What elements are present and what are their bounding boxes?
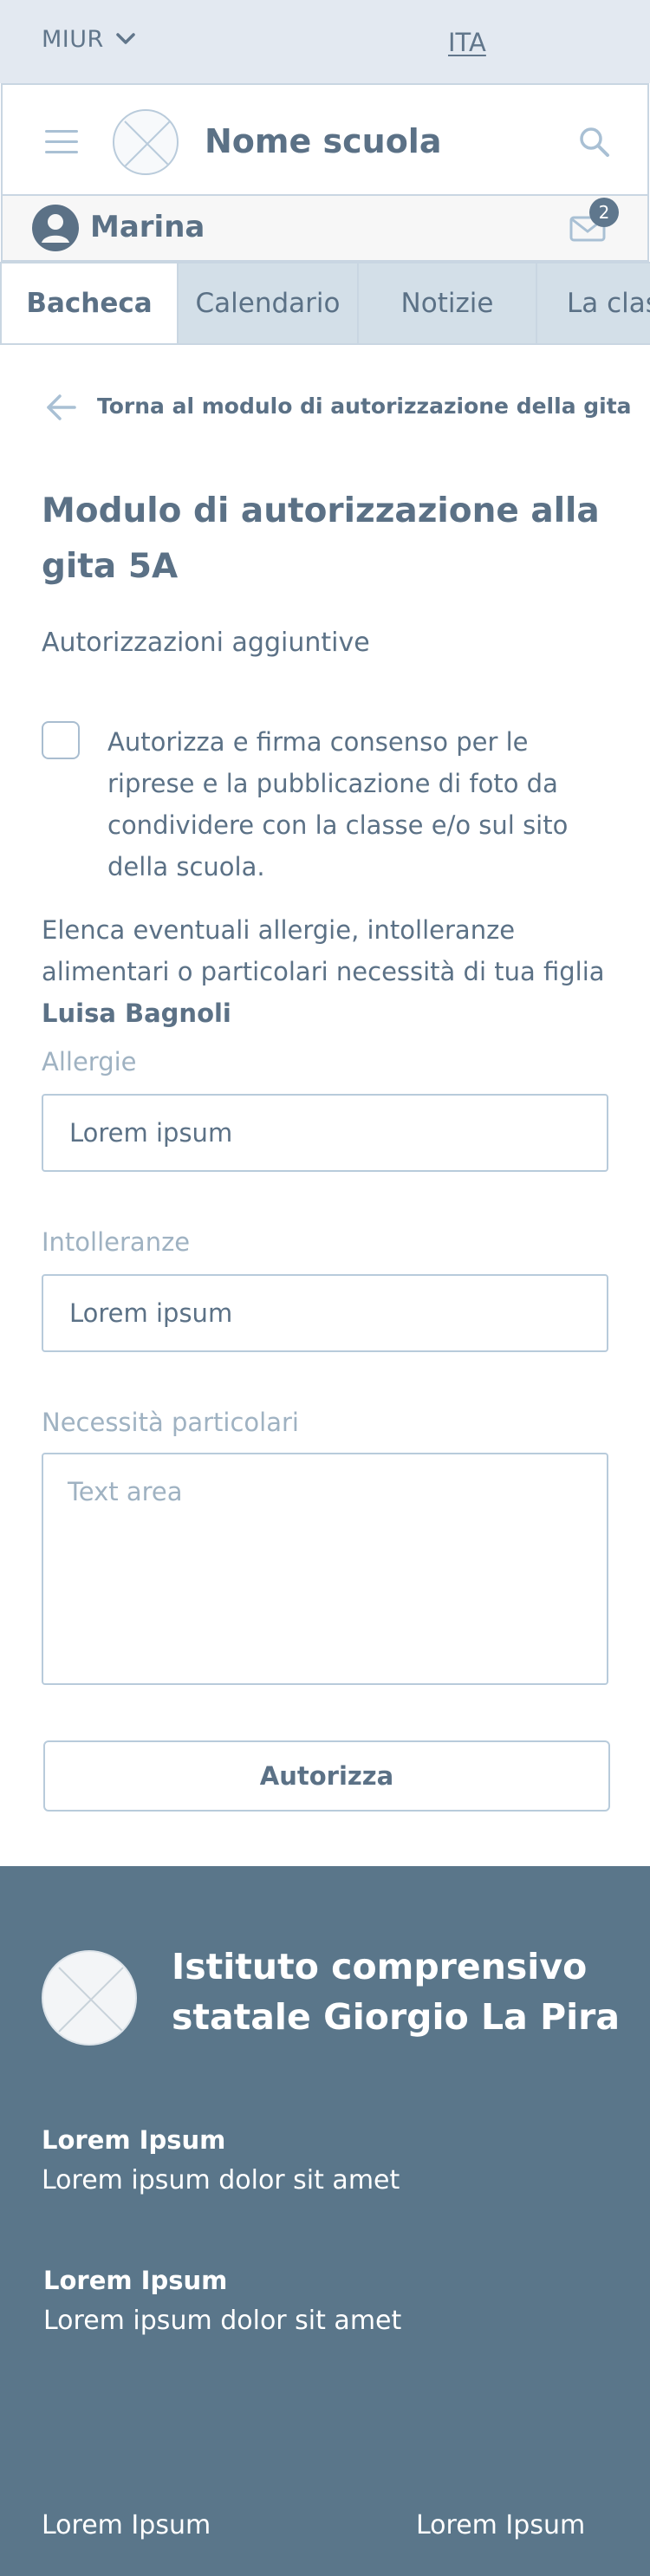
footer-block-text: Lorem ipsum dolor sit amet — [43, 2306, 402, 2336]
footer-block-heading: Lorem Ipsum — [43, 2266, 228, 2295]
institute-name: Istituto comprensivo statale Giorgio La … — [172, 1946, 621, 2038]
school-logo-placeholder[interactable] — [113, 109, 179, 175]
menu-icon[interactable] — [45, 130, 78, 154]
footer-block-heading: Lorem Ipsum — [42, 2125, 226, 2155]
school-name[interactable]: Nome scuola — [205, 122, 441, 160]
intolleranze-input[interactable]: Lorem ipsum — [42, 1274, 608, 1352]
footer-block-text: Lorem ipsum dolor sit amet — [42, 2165, 400, 2195]
user-name[interactable]: Marina — [90, 210, 205, 244]
allergie-input[interactable]: Lorem ipsum — [42, 1094, 608, 1172]
section-subtitle: Autorizzazioni aggiuntive — [42, 628, 370, 658]
tab-la-classe[interactable]: La classe — [536, 262, 650, 345]
consent-checkbox[interactable] — [42, 721, 80, 759]
child-name: Luisa Bagnoli — [42, 999, 231, 1028]
tab-bar: Bacheca Calendario Notizie La classe — [0, 262, 650, 345]
arrow-left-icon[interactable] — [45, 394, 78, 421]
consent-label[interactable]: Autorizza e firma consenso per le ripres… — [107, 721, 619, 888]
allergie-label: Allergie — [42, 1047, 137, 1077]
autorizza-button[interactable]: Autorizza — [43, 1740, 610, 1812]
back-link[interactable]: Torna al modulo di autorizzazione della … — [97, 394, 632, 419]
footer-link[interactable]: Lorem Ipsum — [42, 2510, 211, 2540]
chevron-down-icon[interactable] — [114, 29, 137, 49]
language-link[interactable]: ITA — [448, 28, 486, 57]
allergy-intro-text: Elenca eventuali allergie, intolleranze … — [42, 915, 605, 986]
unread-badge: 2 — [589, 198, 619, 227]
intolleranze-label: Intolleranze — [42, 1227, 191, 1257]
user-avatar-icon[interactable] — [31, 204, 80, 252]
institute-logo-placeholder — [42, 1950, 137, 2046]
necessita-textarea[interactable]: Text area — [42, 1453, 608, 1685]
tab-calendario[interactable]: Calendario — [177, 262, 359, 345]
allergy-intro: Elenca eventuali allergie, intolleranze … — [42, 909, 631, 1034]
tab-notizie[interactable]: Notizie — [357, 262, 537, 345]
miur-dropdown-label[interactable]: MIUR — [42, 26, 104, 53]
page-title: Modulo di autorizzazione alla gita 5A — [42, 491, 600, 586]
footer-link[interactable]: Lorem Ipsum — [416, 2510, 585, 2540]
tab-bacheca[interactable]: Bacheca — [0, 262, 179, 345]
necessita-label: Necessità particolari — [42, 1408, 299, 1437]
search-icon[interactable] — [575, 123, 614, 161]
